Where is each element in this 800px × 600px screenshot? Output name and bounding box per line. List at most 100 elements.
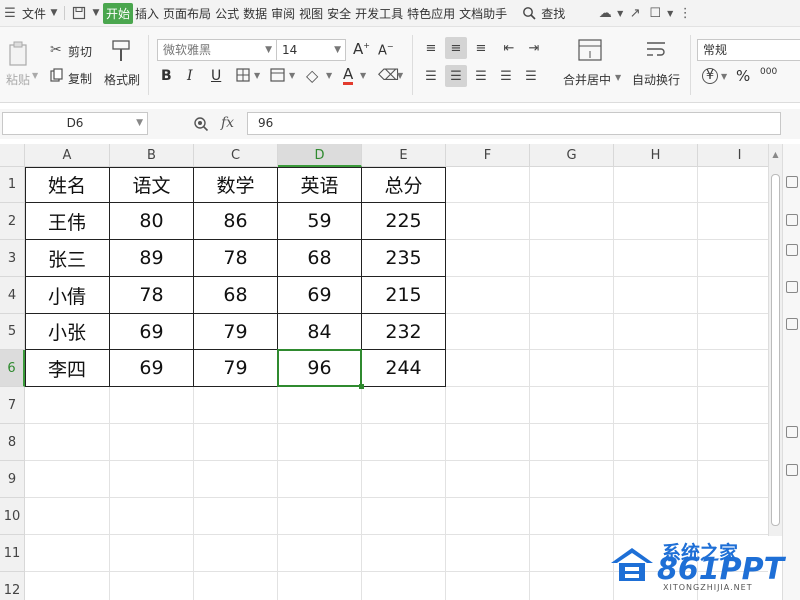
font-name-select[interactable]: 微软雅黑 ▼: [157, 39, 277, 61]
number-format-select[interactable]: 常规: [697, 39, 800, 61]
table-cell[interactable]: 69: [110, 350, 194, 387]
cell-style-icon[interactable]: [270, 68, 285, 86]
chevron-down-icon[interactable]: ▼: [254, 71, 260, 80]
font-color-button[interactable]: A: [343, 67, 354, 85]
chevron-down-icon[interactable]: ▼: [397, 71, 403, 80]
cut-button[interactable]: 剪切: [68, 43, 92, 60]
chevron-down-icon[interactable]: ▼: [48, 3, 60, 23]
scissors-icon[interactable]: ✂: [50, 42, 62, 58]
quick-access-more-icon[interactable]: ▼: [89, 3, 103, 23]
bold-button[interactable]: B: [161, 68, 172, 84]
table-cell[interactable]: 86: [194, 203, 278, 240]
save-icon[interactable]: [69, 3, 89, 23]
tab-insert[interactable]: 插入: [133, 5, 161, 22]
tab-data[interactable]: 数据: [241, 5, 269, 22]
tab-page-layout[interactable]: 页面布局: [161, 5, 213, 22]
paste-button[interactable]: 粘贴: [6, 71, 30, 88]
thousands-button[interactable]: 000: [760, 67, 777, 77]
wrap-text-button[interactable]: 自动换行: [632, 71, 680, 88]
more-icon[interactable]: ☐: [645, 3, 665, 23]
function-icon[interactable]: fx: [221, 115, 234, 131]
sheet-grid[interactable]: A B C D E F G H I 1 2 3 4 5 6 7 8 9 10 11 12 姓名 语文 数学 英语 总分 王伟 80 86…: [0, 144, 768, 600]
chevron-down-icon[interactable]: ▼: [326, 71, 332, 80]
table-cell[interactable]: 小倩: [25, 277, 110, 314]
search-icon[interactable]: [519, 3, 539, 23]
table-cell[interactable]: 244: [362, 350, 446, 387]
align-bottom-icon[interactable]: ≡: [470, 37, 492, 59]
table-header-cell[interactable]: 英语: [278, 167, 362, 203]
chevron-down-icon[interactable]: ▼: [665, 3, 675, 23]
row-header-11[interactable]: 11: [0, 535, 25, 572]
name-box[interactable]: D6 ▼: [2, 112, 148, 135]
table-cell[interactable]: 235: [362, 240, 446, 277]
column-header-d[interactable]: D: [278, 144, 362, 167]
row-header-12[interactable]: 12: [0, 572, 25, 600]
table-header-cell[interactable]: 语文: [110, 167, 194, 203]
merge-center-icon[interactable]: [578, 39, 602, 65]
tab-security[interactable]: 安全: [325, 5, 353, 22]
chevron-down-icon[interactable]: ▼: [32, 71, 38, 80]
side-panel-icon[interactable]: [786, 281, 798, 293]
fill-handle[interactable]: [359, 384, 364, 389]
table-cell[interactable]: 232: [362, 314, 446, 350]
table-cell[interactable]: 李四: [25, 350, 110, 387]
table-cell[interactable]: 78: [194, 240, 278, 277]
chevron-down-icon[interactable]: ▼: [289, 71, 295, 80]
menu-icon[interactable]: ☰: [0, 3, 20, 23]
table-cell[interactable]: 79: [194, 314, 278, 350]
paste-icon[interactable]: [8, 41, 30, 71]
row-header-8[interactable]: 8: [0, 424, 25, 461]
tab-view[interactable]: 视图: [297, 5, 325, 22]
align-right-icon[interactable]: ☰: [470, 65, 492, 87]
table-cell[interactable]: 小张: [25, 314, 110, 350]
share-icon[interactable]: ↗: [625, 3, 645, 23]
cloud-sync-icon[interactable]: ☁: [595, 3, 615, 23]
chevron-down-icon[interactable]: ▼: [615, 3, 625, 23]
side-panel-icon[interactable]: [786, 464, 798, 476]
merge-center-button[interactable]: 合并居中: [563, 71, 611, 88]
column-header-e[interactable]: E: [362, 144, 446, 167]
column-header-h[interactable]: H: [614, 144, 698, 167]
column-header-a[interactable]: A: [25, 144, 110, 167]
table-header-cell[interactable]: 数学: [194, 167, 278, 203]
border-icon[interactable]: [236, 68, 250, 86]
row-header-9[interactable]: 9: [0, 461, 25, 498]
percent-button[interactable]: %: [736, 67, 750, 85]
tab-formulas[interactable]: 公式: [213, 5, 241, 22]
align-middle-icon[interactable]: ≡: [445, 37, 467, 59]
currency-button[interactable]: ¥: [702, 68, 718, 84]
row-header-1[interactable]: 1: [0, 167, 25, 203]
table-cell[interactable]: 79: [194, 350, 278, 387]
table-cell[interactable]: 68: [194, 277, 278, 314]
more-options-icon[interactable]: ⋮: [675, 3, 695, 23]
table-cell[interactable]: 215: [362, 277, 446, 314]
search-label[interactable]: 查找: [539, 5, 567, 22]
indent-increase-icon[interactable]: ⇥: [523, 37, 545, 59]
row-header-2[interactable]: 2: [0, 203, 25, 240]
row-header-6[interactable]: 6: [0, 350, 25, 387]
table-cell[interactable]: 68: [278, 240, 362, 277]
chevron-down-icon[interactable]: ▼: [615, 73, 621, 82]
side-panel-icon[interactable]: [786, 426, 798, 438]
table-cell[interactable]: 59: [278, 203, 362, 240]
table-cell[interactable]: 89: [110, 240, 194, 277]
tab-doc-assistant[interactable]: 文档助手: [457, 5, 509, 22]
increase-font-icon[interactable]: A+: [353, 40, 370, 58]
side-panel-icon[interactable]: [786, 176, 798, 188]
scroll-up-icon[interactable]: ▲: [769, 150, 782, 159]
column-header-g[interactable]: G: [530, 144, 614, 167]
distribute-icon[interactable]: ☰: [520, 65, 542, 87]
indent-decrease-icon[interactable]: ⇤: [498, 37, 520, 59]
table-cell[interactable]: 84: [278, 314, 362, 350]
tab-review[interactable]: 审阅: [269, 5, 297, 22]
table-cell[interactable]: 69: [278, 277, 362, 314]
table-cell[interactable]: 80: [110, 203, 194, 240]
column-header-f[interactable]: F: [446, 144, 530, 167]
wrap-text-icon[interactable]: [644, 39, 668, 65]
format-painter-button[interactable]: 格式刷: [104, 71, 140, 88]
row-header-10[interactable]: 10: [0, 498, 25, 535]
font-size-select[interactable]: 14 ▼: [276, 39, 346, 61]
table-header-cell[interactable]: 总分: [362, 167, 446, 203]
table-cell[interactable]: 96: [278, 350, 362, 387]
chevron-down-icon[interactable]: ▼: [721, 72, 727, 81]
